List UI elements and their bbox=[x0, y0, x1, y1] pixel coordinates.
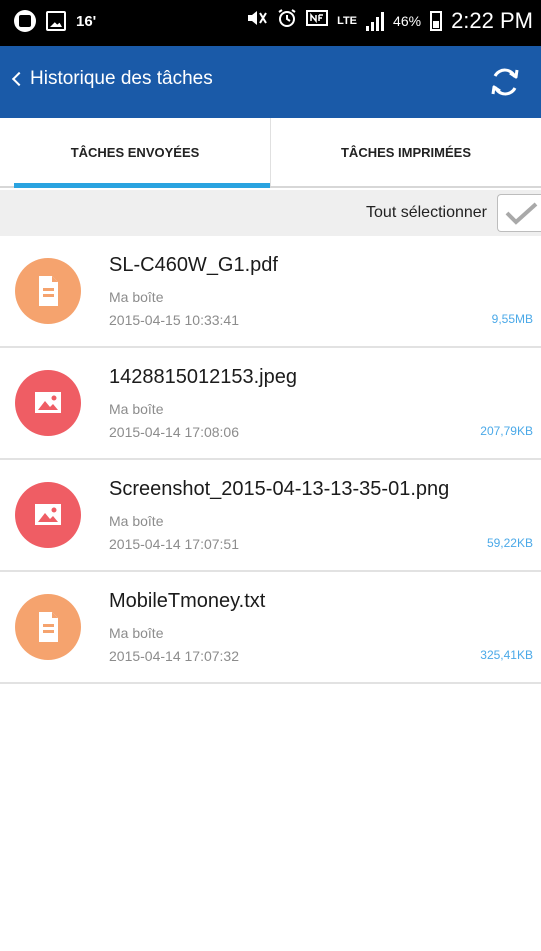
file-name: 1428815012153.jpeg bbox=[109, 366, 297, 388]
file-date: 2015-04-14 17:07:32 bbox=[109, 648, 239, 664]
clock: 2:22 PM bbox=[451, 8, 533, 33]
battery-percent: 46% bbox=[393, 13, 422, 29]
list-item[interactable]: MobileTmoney.txt Ma boîte 2015-04-14 17:… bbox=[0, 572, 541, 684]
file-date: 2015-04-14 17:07:51 bbox=[109, 536, 239, 552]
list-item[interactable]: SL-C460W_G1.pdf Ma boîte 2015-04-15 10:3… bbox=[0, 236, 541, 348]
file-location: Ma boîte bbox=[109, 401, 164, 417]
refresh-icon bbox=[491, 68, 519, 96]
notification-app-icon bbox=[14, 10, 36, 32]
document-icon bbox=[15, 258, 81, 324]
page-title: Historique des tâches bbox=[30, 68, 213, 89]
file-name: Screenshot_2015-04-13-13-35-01.png bbox=[109, 478, 450, 500]
list-item[interactable]: Screenshot_2015-04-13-13-35-01.png Ma bo… bbox=[0, 460, 541, 572]
lte-indicator: LTE bbox=[337, 15, 358, 27]
select-all-checkbox[interactable] bbox=[497, 194, 541, 232]
file-date: 2015-04-14 17:08:06 bbox=[109, 424, 239, 440]
back-button[interactable]: Historique des tâches bbox=[10, 68, 213, 90]
list-item[interactable]: 1428815012153.jpeg Ma boîte 2015-04-14 1… bbox=[0, 348, 541, 460]
select-all-bar: Tout sélectionner bbox=[0, 190, 541, 236]
checkmark-icon bbox=[505, 202, 538, 225]
screenshot-notification-icon bbox=[46, 11, 66, 31]
file-date: 2015-04-15 10:33:41 bbox=[109, 312, 239, 328]
weather-temperature: 16' bbox=[76, 12, 97, 30]
nfc-icon bbox=[306, 8, 329, 34]
file-name: SL-C460W_G1.pdf bbox=[109, 254, 278, 276]
tab-printed-jobs[interactable]: TÂCHES IMPRIMÉES bbox=[270, 118, 541, 186]
app-bar: Historique des tâches bbox=[0, 46, 541, 118]
document-icon bbox=[15, 594, 81, 660]
file-name: MobileTmoney.txt bbox=[109, 590, 266, 612]
tab-bar: TÂCHES ENVOYÉES TÂCHES IMPRIMÉES bbox=[0, 118, 541, 188]
alarm-icon bbox=[277, 8, 297, 34]
file-location: Ma boîte bbox=[109, 513, 164, 529]
file-location: Ma boîte bbox=[109, 625, 164, 641]
file-location: Ma boîte bbox=[109, 289, 164, 305]
refresh-button[interactable] bbox=[487, 64, 523, 100]
job-list: SL-C460W_G1.pdf Ma boîte 2015-04-15 10:3… bbox=[0, 236, 541, 684]
select-all-label[interactable]: Tout sélectionner bbox=[366, 204, 487, 222]
file-size: 9,55MB bbox=[491, 312, 533, 326]
status-bar: 16' LTE 46% 2:22 PM bbox=[0, 0, 541, 46]
tab-sent-jobs[interactable]: TÂCHES ENVOYÉES bbox=[0, 118, 270, 188]
chevron-left-icon bbox=[11, 71, 27, 87]
file-size: 325,41KB bbox=[480, 648, 533, 662]
image-icon bbox=[15, 370, 81, 436]
battery-icon bbox=[430, 11, 443, 31]
mute-icon bbox=[246, 8, 268, 34]
signal-strength-icon bbox=[366, 11, 385, 31]
file-size: 59,22KB bbox=[486, 536, 533, 550]
file-size: 207,79KB bbox=[480, 424, 533, 438]
image-icon bbox=[15, 482, 81, 548]
